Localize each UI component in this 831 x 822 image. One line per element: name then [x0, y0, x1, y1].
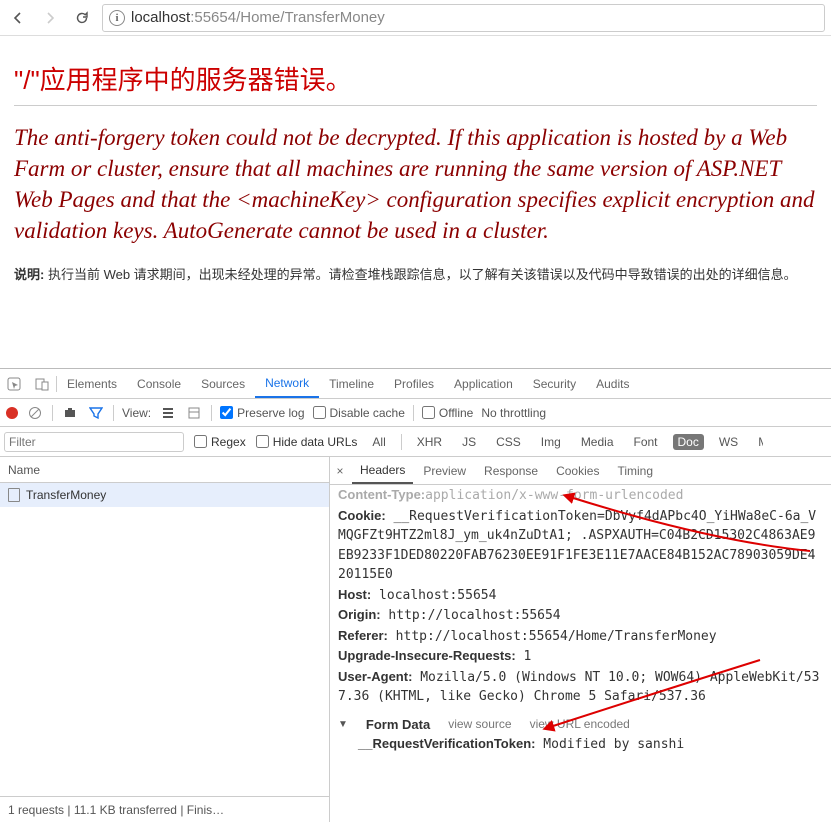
tab-console[interactable]: Console: [127, 369, 191, 398]
devtools-tab-bar: Elements Console Sources Network Timelin…: [0, 369, 831, 399]
origin-row: Origin: http://localhost:55654: [338, 605, 823, 626]
reload-button[interactable]: [70, 6, 94, 30]
network-main: Name TransferMoney 1 requests | 11.1 KB …: [0, 457, 831, 822]
detail-tab-headers[interactable]: Headers: [352, 457, 413, 484]
clear-icon[interactable]: [26, 404, 44, 422]
type-css[interactable]: CSS: [491, 434, 526, 450]
error-title: "/"应用程序中的服务器错误。: [14, 60, 817, 97]
separator: [52, 405, 53, 421]
arrow-right-icon: [42, 10, 58, 26]
view-source-link[interactable]: view source: [448, 715, 511, 733]
form-data-section[interactable]: ▼ Form Data view source view URL encoded: [338, 715, 823, 735]
tab-profiles[interactable]: Profiles: [384, 369, 444, 398]
type-font[interactable]: Font: [629, 434, 663, 450]
tab-network[interactable]: Network: [255, 369, 319, 398]
url-input[interactable]: i localhost:55654/Home/TransferMoney: [102, 4, 825, 32]
type-js[interactable]: JS: [457, 434, 481, 450]
throttling-select[interactable]: No throttling: [481, 406, 546, 420]
tab-application[interactable]: Application: [444, 369, 523, 398]
request-name: TransferMoney: [26, 488, 106, 502]
disclosure-triangle-icon: ▼: [338, 717, 348, 732]
user-agent-row: User-Agent: Mozilla/5.0 (Windows NT 10.0…: [338, 667, 823, 707]
site-info-icon[interactable]: i: [109, 10, 125, 26]
error-message: The anti-forgery token could not be decr…: [14, 122, 817, 246]
devtools-panel: Elements Console Sources Network Timelin…: [0, 368, 831, 822]
tab-sources[interactable]: Sources: [191, 369, 255, 398]
record-button[interactable]: [6, 407, 18, 419]
close-detail-button[interactable]: ×: [330, 464, 350, 478]
disable-cache-checkbox[interactable]: Disable cache: [313, 406, 405, 420]
inspect-icon[interactable]: [0, 369, 28, 398]
network-filter-bar: Regex Hide data URLs All XHR JS CSS Img …: [0, 427, 831, 457]
error-description: 说明: 执行当前 Web 请求期间，出现未经处理的异常。请检查堆栈跟踪信息，以了…: [14, 264, 817, 283]
separator: [211, 405, 212, 421]
offline-checkbox[interactable]: Offline: [422, 406, 473, 420]
request-summary: 1 requests | 11.1 KB transferred | Finis…: [0, 796, 329, 822]
url-host: localhost:55654/Home/TransferMoney: [131, 9, 385, 26]
document-icon: [8, 488, 20, 502]
view-url-encoded-link[interactable]: view URL encoded: [530, 715, 630, 733]
filter-icon[interactable]: [87, 404, 105, 422]
tab-timeline[interactable]: Timeline: [319, 369, 384, 398]
back-button[interactable]: [6, 6, 30, 30]
forward-button[interactable]: [38, 6, 62, 30]
view-frame-icon[interactable]: [185, 404, 203, 422]
type-all[interactable]: All: [367, 434, 390, 450]
view-label: View:: [122, 406, 151, 420]
detail-tab-timing[interactable]: Timing: [609, 457, 661, 484]
arrow-left-icon: [10, 10, 26, 26]
view-list-icon[interactable]: [159, 404, 177, 422]
tab-elements[interactable]: Elements: [57, 369, 127, 398]
divider: [14, 105, 817, 106]
type-doc[interactable]: Doc: [673, 434, 704, 450]
request-detail: × Headers Preview Response Cookies Timin…: [330, 457, 831, 822]
request-list: Name TransferMoney 1 requests | 11.1 KB …: [0, 457, 330, 822]
network-toolbar: View: Preserve log Disable cache Offline…: [0, 399, 831, 427]
separator: [413, 405, 414, 421]
error-page: "/"应用程序中的服务器错误。 The anti-forgery token c…: [0, 36, 831, 293]
detail-tab-bar: × Headers Preview Response Cookies Timin…: [330, 457, 831, 485]
browser-address-bar: i localhost:55654/Home/TransferMoney: [0, 0, 831, 36]
type-img[interactable]: Img: [536, 434, 566, 450]
type-xhr[interactable]: XHR: [412, 434, 447, 450]
reload-icon: [74, 10, 90, 26]
uir-row: Upgrade-Insecure-Requests: 1: [338, 646, 823, 667]
content-type-row: Content-Type:application/x-www-form-urle…: [338, 485, 823, 506]
separator: [401, 434, 402, 450]
tab-audits[interactable]: Audits: [586, 369, 639, 398]
request-row[interactable]: TransferMoney: [0, 483, 329, 507]
capture-icon[interactable]: [61, 404, 79, 422]
desc-label: 说明:: [14, 267, 44, 282]
type-manifest[interactable]: Manifest: [753, 434, 763, 450]
name-column-header[interactable]: Name: [0, 457, 329, 483]
detail-tab-response[interactable]: Response: [476, 457, 546, 484]
type-ws[interactable]: WS: [714, 434, 743, 450]
separator: [113, 405, 114, 421]
device-icon[interactable]: [28, 369, 56, 398]
cookie-row: Cookie: __RequestVerificationToken=DbVyf…: [338, 506, 823, 585]
host-row: Host: localhost:55654: [338, 585, 823, 606]
regex-checkbox[interactable]: Regex: [194, 435, 246, 449]
referer-row: Referer: http://localhost:55654/Home/Tra…: [338, 626, 823, 647]
preserve-log-checkbox[interactable]: Preserve log: [220, 406, 304, 420]
tab-security[interactable]: Security: [523, 369, 586, 398]
desc-text: 执行当前 Web 请求期间，出现未经处理的异常。请检查堆栈跟踪信息，以了解有关该…: [44, 267, 796, 282]
detail-tab-preview[interactable]: Preview: [415, 457, 474, 484]
detail-tab-cookies[interactable]: Cookies: [548, 457, 607, 484]
hide-data-urls-checkbox[interactable]: Hide data URLs: [256, 435, 358, 449]
headers-body: Content-Type:application/x-www-form-urle…: [330, 485, 831, 822]
form-token-row: __RequestVerificationToken: Modified by …: [338, 734, 823, 755]
type-media[interactable]: Media: [576, 434, 619, 450]
filter-input[interactable]: [4, 432, 184, 452]
